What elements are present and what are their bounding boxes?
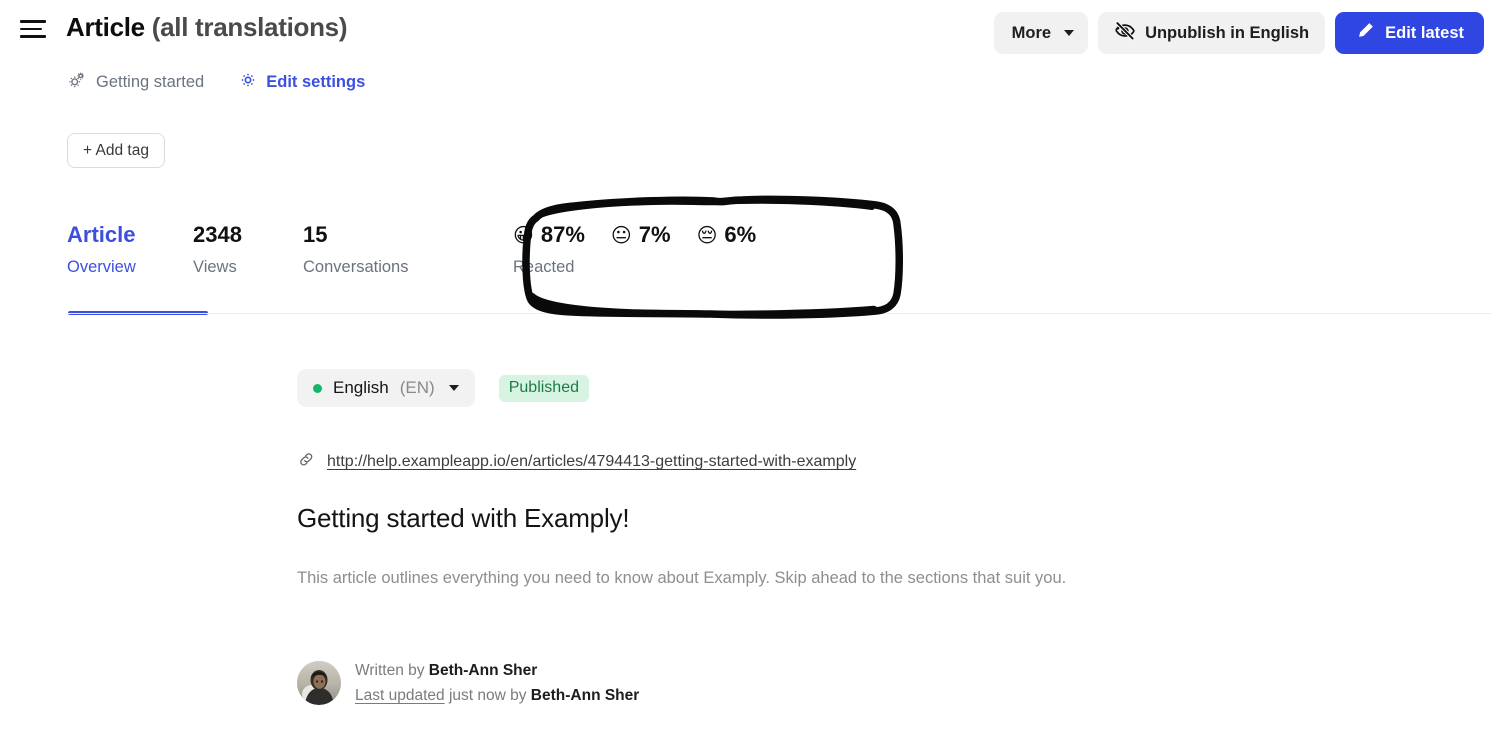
tabs-divider bbox=[68, 313, 1492, 314]
tab-article-overview[interactable]: Article Overview bbox=[67, 222, 193, 278]
chevron-down-icon bbox=[448, 385, 459, 391]
tab-article-label: Overview bbox=[67, 258, 136, 276]
page-title: Article (all translations) bbox=[66, 12, 347, 43]
conversations-value: 15 bbox=[303, 222, 328, 247]
eye-slash-icon bbox=[1114, 20, 1136, 47]
breadcrumb-label: Edit settings bbox=[266, 72, 366, 91]
page-title-sub: (all translations) bbox=[151, 12, 348, 42]
breadcrumb-item-edit-settings[interactable]: Edit settings bbox=[238, 70, 365, 95]
views-value: 2348 bbox=[193, 222, 242, 247]
reaction-values: 😀 87% 😐 7% 😔 6% bbox=[513, 222, 756, 248]
last-updated-link[interactable]: Last updated bbox=[355, 687, 445, 704]
language-code: (EN) bbox=[399, 378, 435, 397]
gears-icon bbox=[66, 69, 88, 96]
stats-tabs: Article Overview 2348 Views 15 Conversat… bbox=[67, 222, 756, 278]
reacted-label: Reacted bbox=[513, 258, 575, 276]
article-url-row: http://help.exampleapp.io/en/articles/47… bbox=[297, 450, 856, 474]
byline-text: Written by Beth-Ann Sher Last updated ju… bbox=[355, 660, 639, 706]
hamburger-bar bbox=[20, 35, 46, 38]
add-tag-button[interactable]: + Add tag bbox=[67, 133, 165, 168]
reaction-neutral: 😐 7% bbox=[611, 222, 671, 248]
language-status-dot-icon bbox=[313, 383, 322, 393]
more-button[interactable]: More bbox=[993, 12, 1089, 54]
reaction-negative-percent: 6% bbox=[724, 222, 757, 247]
page-title-main: Article bbox=[66, 12, 145, 42]
language-row: English (EN) Published bbox=[297, 369, 589, 407]
chevron-down-icon bbox=[1064, 30, 1075, 36]
unpublish-button[interactable]: Unpublish in English bbox=[1098, 12, 1326, 54]
unpublish-button-label: Unpublish in English bbox=[1145, 23, 1310, 42]
header-actions: More Unpublish in English Edit latest bbox=[993, 12, 1484, 54]
article-description: This article outlines everything you nee… bbox=[297, 569, 1067, 587]
article-byline: Written by Beth-Ann Sher Last updated ju… bbox=[297, 660, 639, 706]
neutral-face-emoji: 😐 bbox=[610, 223, 632, 247]
user-avatar bbox=[297, 661, 341, 705]
hamburger-bar bbox=[20, 20, 46, 23]
byline-written-by: Written by Beth-Ann Sher bbox=[355, 660, 639, 681]
top-bar: Article (all translations) Getting start… bbox=[0, 0, 1500, 91]
conversations-label: Conversations bbox=[303, 258, 409, 276]
tab-article-value: Article bbox=[67, 222, 136, 247]
gear-icon bbox=[238, 70, 258, 95]
reaction-positive-percent: 87% bbox=[540, 222, 585, 247]
link-icon bbox=[297, 450, 316, 474]
breadcrumb: Getting started Edit settings bbox=[66, 68, 365, 96]
article-url-link[interactable]: http://help.exampleapp.io/en/articles/47… bbox=[327, 453, 856, 471]
hamburger-icon[interactable] bbox=[20, 17, 48, 41]
language-name: English bbox=[333, 378, 389, 397]
breadcrumb-label: Getting started bbox=[96, 72, 205, 91]
tab-reacted[interactable]: 😀 87% 😐 7% 😔 6% Reacted bbox=[513, 222, 756, 278]
byline-updater-name: Beth-Ann Sher bbox=[530, 687, 640, 704]
grinning-face-emoji: 😀 bbox=[513, 223, 534, 247]
edit-latest-button-label: Edit latest bbox=[1385, 23, 1464, 42]
byline-author-name: Beth-Ann Sher bbox=[428, 662, 538, 679]
edit-latest-button[interactable]: Edit latest bbox=[1335, 12, 1484, 54]
breadcrumb-item-getting-started[interactable]: Getting started bbox=[66, 69, 204, 96]
hamburger-bar bbox=[20, 27, 42, 31]
reaction-positive: 😀 87% bbox=[513, 222, 585, 248]
pencil-icon bbox=[1355, 20, 1376, 46]
reaction-negative: 😔 6% bbox=[697, 222, 757, 248]
views-label: Views bbox=[193, 258, 237, 276]
byline-updated-middle: just now by bbox=[444, 687, 531, 704]
sad-face-emoji: 😔 bbox=[696, 223, 718, 247]
reaction-neutral-percent: 7% bbox=[638, 222, 671, 247]
language-selector[interactable]: English (EN) bbox=[297, 369, 475, 407]
tab-views[interactable]: 2348 Views bbox=[193, 222, 303, 278]
tab-conversations[interactable]: 15 Conversations bbox=[303, 222, 513, 278]
byline-last-updated: Last updated just now by Beth-Ann Sher bbox=[355, 685, 639, 706]
more-button-label: More bbox=[1011, 23, 1052, 42]
article-title: Getting started with Examply! bbox=[297, 503, 630, 533]
status-badge: Published bbox=[498, 374, 589, 402]
byline-written-prefix: Written by bbox=[355, 662, 429, 679]
